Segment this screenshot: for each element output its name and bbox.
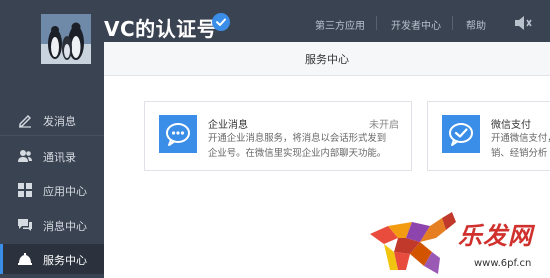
edit-icon — [19, 115, 31, 128]
nav-developer-center[interactable]: 开发者中心 — [391, 17, 441, 32]
message-icon — [18, 219, 32, 231]
watermark-text: 乐发网 — [458, 221, 533, 250]
sidebar-item-label: 发消息 — [43, 115, 76, 128]
page-title: 服务中心 — [305, 53, 349, 66]
sidebar-item-app-center[interactable]: 应用中心 — [0, 175, 104, 205]
service-card-enterprise-message[interactable]: 企业消息 未开启 开通企业消息服务，将消息以会话形式发到 企业号。在微信里实现企… — [144, 101, 412, 171]
card-title: 企业消息 — [208, 120, 248, 131]
nav-separator — [376, 16, 377, 30]
checkmark-bubble-icon — [442, 115, 480, 153]
contacts-icon — [18, 150, 32, 162]
card-description-line: 销、经销分析 — [491, 148, 548, 159]
service-bell-icon — [18, 253, 32, 265]
sidebar-item-label: 应用中心 — [43, 185, 87, 198]
sidebar-item-send-message[interactable]: 发消息 — [0, 105, 104, 135]
sidebar-item-label: 消息中心 — [43, 220, 87, 233]
card-description-line: 开通企业消息服务，将消息以会话形式发到 — [208, 133, 387, 144]
card-description: 开通企业消息服务，将消息以会话形式发到 企业号。在微信里实现企业内部聊天功能。 — [208, 131, 408, 161]
chat-bubble-icon — [159, 115, 197, 153]
card-description-line: 企业号。在微信里实现企业内部聊天功能。 — [208, 148, 387, 159]
service-card-wechat-pay[interactable]: 微信支付 开通微信支付，是份 销、经销分析 — [427, 101, 550, 171]
card-description-line: 开通微信支付，是份 — [491, 133, 550, 144]
active-indicator — [0, 244, 3, 274]
sidebar-item-label: 服务中心 — [43, 254, 87, 267]
sidebar-item-contacts[interactable]: 通讯录 — [0, 141, 104, 171]
card-title: 微信支付 — [491, 120, 531, 131]
sidebar: 发消息 通讯录 应用中心 消息中心 服务中心 — [0, 70, 104, 278]
sidebar-item-service-center[interactable]: 服务中心 — [0, 244, 104, 274]
sidebar-item-label: 通讯录 — [43, 151, 76, 164]
sidebar-divider — [0, 135, 104, 136]
account-avatar[interactable] — [41, 14, 91, 64]
sidebar-item-message-center[interactable]: 消息中心 — [0, 210, 104, 240]
account-name: VC的认证号 — [104, 17, 218, 41]
nav-help[interactable]: 帮助 — [466, 17, 486, 32]
card-description: 开通微信支付，是份 销、经销分析 — [491, 131, 550, 161]
card-status: 未开启 — [369, 120, 399, 131]
apps-icon — [18, 183, 32, 197]
watermark-url: www.6pf.cn — [474, 258, 532, 269]
main-header: 服务中心 — [104, 42, 550, 76]
nav-third-party-apps[interactable]: 第三方应用 — [315, 17, 365, 32]
verified-badge-icon — [212, 13, 230, 31]
speaker-mute-icon[interactable] — [513, 14, 535, 32]
nav-separator — [452, 16, 453, 30]
